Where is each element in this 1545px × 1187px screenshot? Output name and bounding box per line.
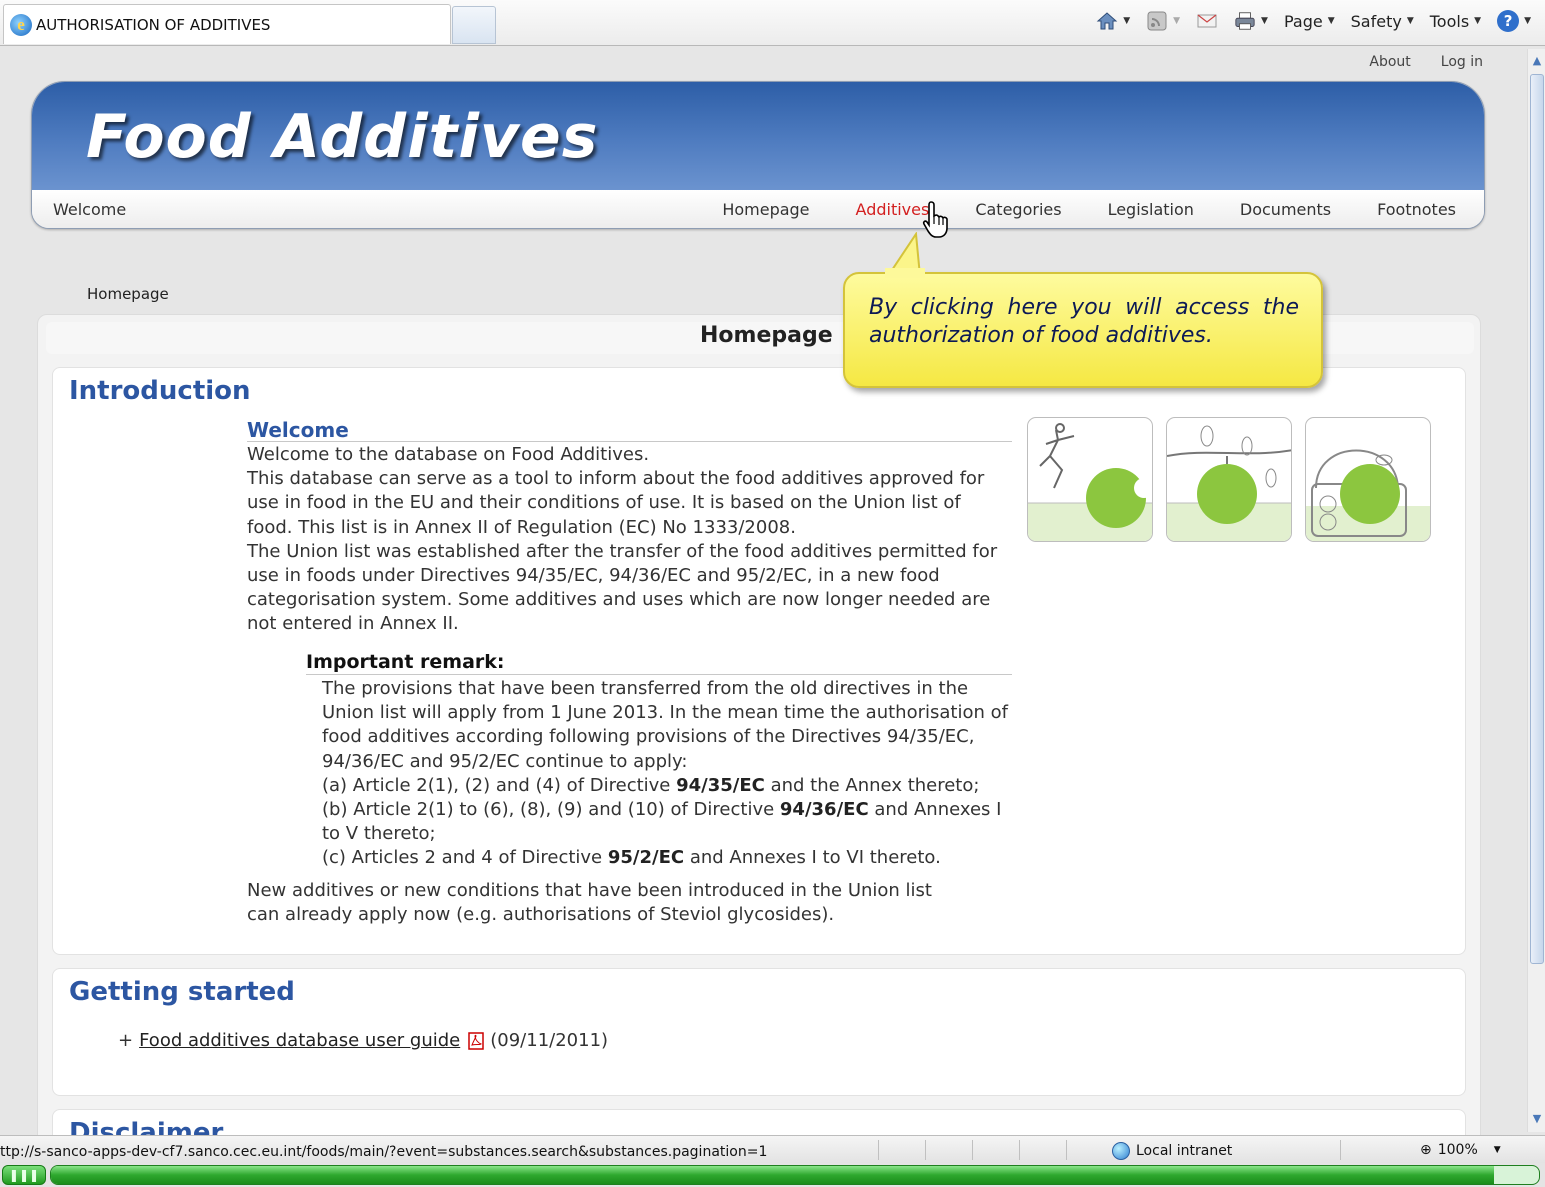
user-guide-date: (09/11/2011) [490, 1030, 609, 1051]
getting-started-title: Getting started [69, 977, 295, 1007]
about-link[interactable]: About [1369, 54, 1410, 70]
status-divider [1340, 1140, 1341, 1160]
chevron-down-icon[interactable]: ▼ [1261, 16, 1268, 26]
browser-toolbar: e AUTHORISATION OF ADDITIVES ▼ ▼ ▼ Page ▼ [0, 0, 1545, 46]
chevron-down-icon: ▼ [1327, 16, 1335, 26]
remark-intro: The provisions that have been transferre… [322, 678, 1008, 772]
remark-item: (a) Article 2(1), (2) and (4) of Directi… [322, 774, 1012, 798]
home-button[interactable]: ▼ [1090, 7, 1136, 35]
nav-documents[interactable]: Documents [1240, 200, 1331, 219]
security-zone[interactable]: Local intranet [1112, 1142, 1232, 1160]
page-menu[interactable]: Page ▼ [1278, 7, 1341, 35]
remark-item-text: (b) Article 2(1) to (6), (8), (9) and (1… [322, 799, 780, 821]
feeds-button[interactable]: ▼ [1140, 7, 1186, 35]
scroll-up-icon[interactable]: ▲ [1528, 51, 1545, 69]
command-bar: ▼ ▼ ▼ Page ▼ Safety ▼ Tools ▼ ? ▼ [1090, 7, 1537, 35]
loading-progress: ❚❚❚ [0, 1163, 1545, 1187]
directive-id: 94/35/EC [676, 774, 765, 796]
chevron-down-icon: ▼ [1474, 16, 1482, 26]
status-divider [878, 1140, 879, 1160]
login-link[interactable]: Log in [1441, 54, 1483, 70]
callout-pointer-join [885, 268, 925, 278]
mail-icon [1196, 11, 1218, 31]
progress-fill [51, 1166, 1495, 1184]
user-guide-link[interactable]: Food additives database user guide [139, 1030, 460, 1051]
directive-id: 95/2/EC [607, 847, 685, 869]
status-url: ttp://s-sanco-apps-dev-cf7.sanco.cec.eu.… [0, 1144, 768, 1160]
site-banner: Food Additives Welcome Homepage Additives… [31, 81, 1485, 229]
welcome-text: Welcome to the database on Food Additive… [247, 443, 1007, 637]
illustration-runner-apple [1027, 417, 1153, 542]
intro-paragraph: The Union list was established after the… [247, 540, 998, 635]
remark-item-text: and Annexes I to VI thereto. [684, 847, 941, 869]
browser-tab[interactable]: e AUTHORISATION OF ADDITIVES [3, 4, 451, 44]
ie-icon: e [10, 13, 32, 36]
remark-body: The provisions that have been transferre… [322, 677, 1012, 871]
chevron-down-icon[interactable]: ▼ [1173, 16, 1180, 26]
remark-item-text: and the Annex thereto; [764, 774, 980, 796]
status-divider [925, 1140, 926, 1160]
chevron-down-icon: ▼ [1493, 1145, 1501, 1155]
nav-footnotes[interactable]: Footnotes [1377, 200, 1456, 219]
scroll-down-icon[interactable]: ▼ [1528, 1109, 1545, 1127]
vertical-scrollbar[interactable]: ▲ ▼ [1527, 49, 1545, 1132]
site-title: Food Additives [86, 102, 599, 172]
home-icon [1096, 11, 1118, 31]
scroll-thumb[interactable] [1530, 74, 1544, 964]
globe-icon [1112, 1142, 1130, 1160]
illustration-strip [1027, 417, 1431, 542]
nav-homepage[interactable]: Homepage [722, 200, 809, 219]
banner-header: Food Additives [32, 82, 1484, 190]
chevron-down-icon: ▼ [1406, 16, 1414, 26]
closing-text: New additives or new conditions that hav… [247, 880, 932, 926]
pdf-icon[interactable] [468, 1031, 484, 1050]
status-divider [1019, 1140, 1020, 1160]
tutorial-callout: By clicking here you will access the aut… [843, 272, 1323, 388]
intro-paragraph: Welcome to the database on Food Additive… [247, 444, 650, 465]
feeds-icon [1146, 11, 1168, 31]
status-divider [972, 1140, 973, 1160]
introduction-title: Introduction [69, 376, 251, 406]
main-nav: Welcome Homepage Additives Categories Legis… [32, 190, 1484, 228]
new-tab-button[interactable] [452, 6, 496, 44]
illustration-branch-apple [1166, 417, 1292, 542]
status-divider [1066, 1140, 1067, 1160]
tab-title: AUTHORISATION OF ADDITIVES [36, 15, 271, 34]
nav-welcome: Welcome [53, 200, 127, 219]
remark-heading: Important remark: [306, 651, 1012, 675]
pause-icon[interactable]: ❚❚❚ [2, 1165, 46, 1185]
safety-menu[interactable]: Safety ▼ [1345, 7, 1420, 35]
remark-items: (a) Article 2(1), (2) and (4) of Directi… [322, 774, 1012, 871]
mail-button[interactable] [1190, 7, 1224, 35]
chevron-down-icon[interactable]: ▼ [1123, 16, 1130, 26]
nav-categories[interactable]: Categories [975, 200, 1061, 219]
print-button[interactable]: ▼ [1228, 7, 1274, 35]
remark-item-text: (c) Articles 2 and 4 of Directive [322, 847, 608, 869]
progress-track [50, 1165, 1540, 1185]
print-icon [1234, 11, 1256, 31]
page-heading: Homepage [700, 323, 833, 348]
tools-menu[interactable]: Tools ▼ [1424, 7, 1487, 35]
status-bar: ttp://s-sanco-apps-dev-cf7.sanco.cec.eu.… [0, 1135, 1545, 1163]
welcome-heading: Welcome [247, 418, 1012, 442]
zoom-control[interactable]: ⊕ 100% ▼ [1420, 1142, 1501, 1158]
chevron-down-icon: ▼ [1524, 16, 1531, 26]
help-button[interactable]: ? ▼ [1491, 7, 1537, 35]
nav-additives[interactable]: Additives [856, 200, 930, 219]
remark-item: (b) Article 2(1) to (6), (8), (9) and (1… [322, 798, 1012, 846]
illustration-basket-apple [1305, 417, 1431, 542]
nav-links: Homepage Additives Categories Legislation Do… [722, 200, 1456, 219]
help-icon: ? [1497, 10, 1520, 32]
bullet: + [118, 1030, 134, 1051]
remark-item-text: (a) Article 2(1), (2) and (4) of Directi… [322, 774, 677, 796]
top-links: About Log in [1369, 54, 1483, 70]
user-guide-item: + Food additives database user guide (09… [118, 1030, 608, 1051]
intro-paragraph: This database can serve as a tool to inf… [247, 468, 985, 538]
zoom-icon: ⊕ [1420, 1142, 1432, 1158]
breadcrumb[interactable]: Homepage [87, 285, 169, 303]
remark-item: (c) Articles 2 and 4 of Directive 95/2/E… [322, 846, 1012, 870]
nav-legislation[interactable]: Legislation [1108, 200, 1194, 219]
directive-id: 94/36/EC [779, 799, 869, 821]
